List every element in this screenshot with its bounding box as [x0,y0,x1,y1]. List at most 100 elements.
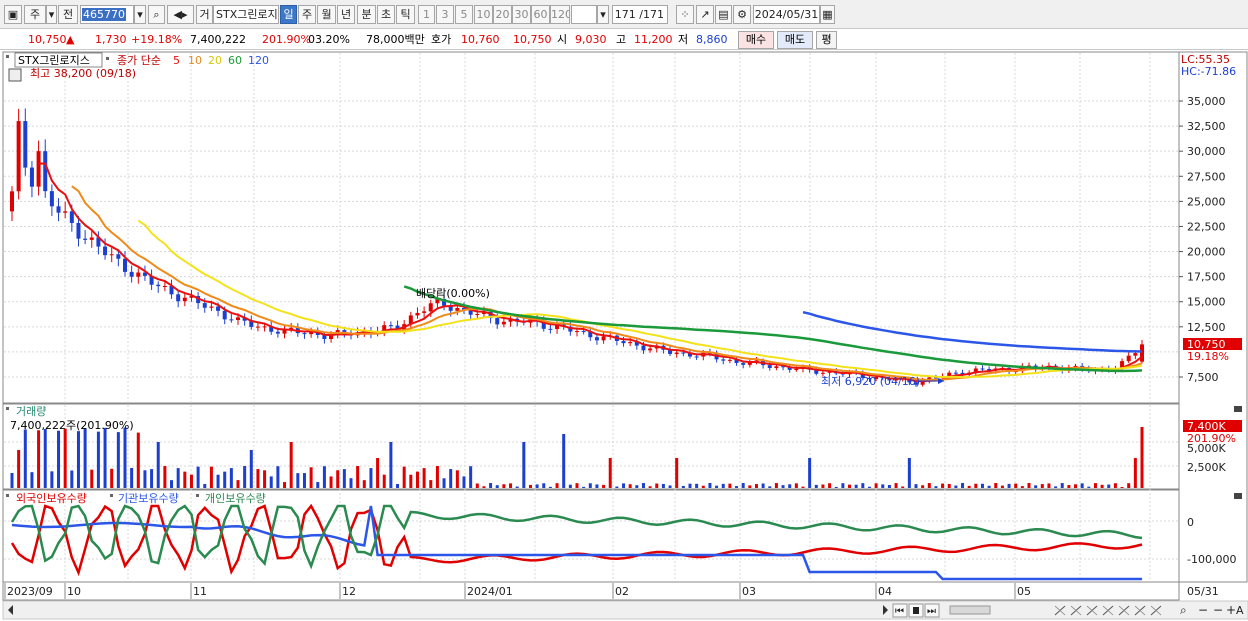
legend-bullet [196,494,199,497]
volume-bar [322,466,326,488]
speaker-icon[interactable]: ◀▸ [167,5,194,24]
volume-bar [442,478,446,488]
panel-close-icon[interactable] [1234,493,1242,499]
tab-interval-1[interactable]: 1 [418,5,435,24]
zoom-out-icon[interactable]: − [1198,603,1208,617]
save-icon[interactable]: ▤ [715,5,732,24]
tab-interval-30[interactable]: 30 [512,5,531,24]
panel-close-icon[interactable] [1234,406,1242,412]
volume-bar [901,486,905,488]
stock-code-input[interactable]: 465770 [80,5,134,24]
tab-period-month[interactable]: 월 [317,5,336,24]
volume-bar [615,486,619,488]
draw-tool-icon[interactable]: ↗ [696,5,714,24]
chart-svg[interactable]: STX그린로지스 종가 단순 5 10 20 60 120 최고 38,200 … [0,50,1248,621]
volume-bar [980,483,984,488]
volume-bar [748,485,752,488]
zoom-in-icon[interactable]: + [1226,603,1236,617]
volume-bar [794,483,798,488]
period-unit-select[interactable]: 주 [24,5,46,24]
legend-bullet [110,494,113,497]
candle-body [63,211,68,213]
holding-panel[interactable] [2,489,1180,583]
zoom-search-icon[interactable]: ⌕ [1180,603,1187,617]
volume-bar [143,470,147,488]
volume-bar [136,432,140,488]
eval-button[interactable]: 평 [816,31,837,49]
volume-bar [103,427,107,488]
volume-bar [116,432,120,488]
volume-bar [522,442,526,488]
calendar-icon[interactable]: ▦ [820,5,835,24]
volume-bar [967,485,971,488]
candle-body [601,336,606,341]
candle-body [236,317,240,321]
volume-bar [183,471,187,488]
scrollbar-thumb[interactable] [949,605,991,615]
prev-button[interactable]: 전 [58,5,78,24]
tab-label: 주 [301,8,313,21]
tab-period-minute[interactable]: 분 [357,5,376,24]
lock-grid-icon[interactable]: ⁘ [676,5,694,24]
volume-bar [435,466,439,488]
tab-interval-10[interactable]: 10 [474,5,493,24]
chart-area[interactable]: STX그린로지스 종가 단순 5 10 20 60 120 최고 38,200 … [0,50,1248,621]
price-panel[interactable] [2,51,1180,404]
search-icon[interactable]: ⌕ [148,5,165,24]
low-label: 저 [678,33,689,46]
candle-body [475,313,480,315]
volume-bar [216,474,220,488]
volume-bar [555,483,559,488]
tab-period-second[interactable]: 초 [377,5,395,24]
window-layout-icon[interactable]: ▣ [4,5,22,24]
date-field[interactable]: 2024/05/31 [753,5,820,24]
interval-input[interactable] [571,5,597,24]
tab-period-year[interactable]: 년 [337,5,355,24]
volume-bar [641,483,645,488]
stock-code-value: 465770 [82,8,126,21]
volume-bar [63,428,67,488]
volume-bar [203,483,207,488]
tab-period-day[interactable]: 일 [280,5,297,24]
chevron-down-icon[interactable]: ▾ [134,5,146,24]
current-price: 10,750 [28,33,67,46]
zoom-minus-icon[interactable]: − [1213,603,1223,617]
volume-bar [243,466,247,488]
auto-scale-icon[interactable]: A [1236,604,1244,617]
candle-body [162,285,167,287]
tab-label: 30 [514,8,529,21]
trade-button[interactable]: 거 [196,5,213,24]
x-label: 10 [67,585,81,598]
tab-interval-20[interactable]: 20 [493,5,512,24]
sell-button[interactable]: 매도 [777,31,813,49]
buy-button[interactable]: 매수 [738,31,774,49]
tab-period-week[interactable]: 주 [298,5,316,24]
price-tick-label: 35,000 [1187,95,1226,108]
volume-bar [156,442,160,488]
gear-icon[interactable]: ⚙ [733,5,751,24]
candle-body [767,365,772,368]
candle-body [36,151,41,187]
volume-bar [681,485,685,488]
dividend-annotation: 배당락(0.00%) [416,287,490,300]
tab-interval-120[interactable]: 120 [550,5,570,24]
holding-tick-neg: -100,000 [1187,553,1236,566]
volume-bar [582,486,586,488]
tab-interval-60[interactable]: 60 [531,5,550,24]
candle-body [16,121,21,192]
tab-period-tick[interactable]: 틱 [396,5,415,24]
volume-bar [934,486,938,488]
tab-label: 20 [495,8,510,21]
volume-bar [369,468,373,488]
nav-first-icon: ⏮ [895,606,904,617]
tab-interval-3[interactable]: 3 [436,5,454,24]
volume-bar [489,483,493,488]
calendar-toggle-icon[interactable] [8,68,22,82]
tab-label: 120 [551,8,570,21]
tab-interval-5[interactable]: 5 [455,5,473,24]
candle-body [820,372,825,374]
data-count-field[interactable]: 171 /171 [612,5,668,24]
chevron-down-icon[interactable]: ▾ [46,5,57,24]
candle-body [495,318,500,325]
chevron-down-icon[interactable]: ▾ [597,5,609,24]
